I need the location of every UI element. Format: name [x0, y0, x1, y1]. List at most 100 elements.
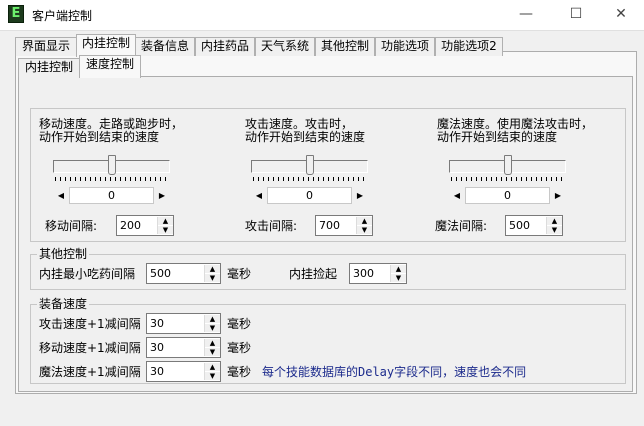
spin-up-button[interactable]: ▲ [205, 363, 220, 371]
attack-interval-value[interactable]: 700 [319, 219, 340, 233]
scroll-left-button[interactable]: ◀ [53, 187, 69, 204]
attack-speed-reduce-value[interactable]: 30 [150, 317, 164, 331]
move-speed-reduce-value[interactable]: 30 [150, 341, 164, 355]
slider-ticks [253, 177, 366, 181]
slider-thumb[interactable] [108, 155, 116, 175]
other-control-title: 其他控制 [37, 247, 90, 261]
speed-group: 移动速度。走路或跑步时， 动作开始到结束的速度 ◀ 0 ▶ 移动间隔: 200 … [30, 108, 626, 242]
tab-plugin-medicine[interactable]: 内挂药品 [195, 37, 255, 56]
move-speed-value[interactable]: 0 [69, 187, 154, 204]
min-eat-interval-label: 内挂最小吃药间隔 [39, 267, 136, 281]
equipment-speed-title: 装备速度 [37, 297, 90, 311]
spin-up-button[interactable]: ▲ [205, 265, 220, 273]
pickup-spinner[interactable]: 300 ▲ ▼ [349, 263, 407, 284]
attack-speed-desc-line2: 动作开始到结束的速度 [245, 130, 366, 144]
move-interval-label: 移动间隔: [45, 219, 98, 233]
magic-speed-reduce-spinner[interactable]: 30 ▲ ▼ [146, 361, 221, 382]
move-speed-reduce-label: 移动速度+1减间隔 [39, 341, 141, 355]
pickup-value[interactable]: 300 [353, 267, 374, 281]
triangle-right-icon: ▶ [158, 191, 166, 200]
triangle-right-icon: ▶ [554, 191, 562, 200]
triangle-left-icon: ◀ [255, 191, 263, 200]
spinner-buttons: ▲ ▼ [204, 339, 220, 356]
slider-thumb[interactable] [504, 155, 512, 175]
maximize-button[interactable]: ☐ [553, 0, 599, 30]
magic-speed-value[interactable]: 0 [465, 187, 550, 204]
tab-other-control[interactable]: 其他控制 [315, 37, 375, 56]
spin-down-button[interactable]: ▼ [205, 324, 220, 332]
spin-down-button[interactable]: ▼ [357, 226, 372, 234]
spinner-buttons: ▲ ▼ [157, 217, 173, 234]
close-icon: ✕ [615, 6, 627, 22]
spinner-buttons: ▲ ▼ [204, 265, 220, 282]
delay-field-note: 每个技能数据库的Delay字段不同，速度也会不同 [262, 365, 527, 379]
magic-interval-value[interactable]: 500 [509, 219, 530, 233]
tab-function-options-2[interactable]: 功能选项2 [435, 37, 503, 56]
move-interval-value[interactable]: 200 [120, 219, 141, 233]
move-interval-spinner[interactable]: 200 ▲ ▼ [116, 215, 174, 236]
close-button[interactable]: ✕ [598, 0, 644, 30]
other-control-group: 其他控制 内挂最小吃药间隔 500 ▲ ▼ 毫秒 内挂捡起 300 ▲ ▼ [30, 247, 626, 290]
spin-up-button[interactable]: ▲ [357, 217, 372, 225]
magic-speed-reduce-unit: 毫秒 [227, 365, 252, 379]
minimize-button[interactable]: — [503, 0, 549, 30]
spin-down-button[interactable]: ▼ [205, 372, 220, 380]
spin-up-button[interactable]: ▲ [158, 217, 173, 225]
maximize-icon: ☐ [569, 6, 583, 22]
triangle-right-icon: ▶ [356, 191, 364, 200]
spin-up-button[interactable]: ▲ [205, 315, 220, 323]
spinner-buttons: ▲ ▼ [546, 217, 562, 234]
scroll-right-button[interactable]: ▶ [550, 187, 566, 204]
attack-speed-value[interactable]: 0 [267, 187, 352, 204]
triangle-left-icon: ◀ [57, 191, 65, 200]
spin-up-button[interactable]: ▲ [547, 217, 562, 225]
spinner-buttons: ▲ ▼ [356, 217, 372, 234]
min-eat-interval-unit: 毫秒 [227, 267, 252, 281]
magic-interval-spinner[interactable]: 500 ▲ ▼ [505, 215, 563, 236]
attack-speed-reduce-unit: 毫秒 [227, 317, 252, 331]
magic-speed-reduce-value[interactable]: 30 [150, 365, 164, 379]
min-eat-interval-spinner[interactable]: 500 ▲ ▼ [146, 263, 221, 284]
attack-speed-scroller: ◀ 0 ▶ [251, 187, 368, 204]
magic-speed-desc-line2: 动作开始到结束的速度 [437, 130, 558, 144]
spin-up-button[interactable]: ▲ [205, 339, 220, 347]
move-speed-scroller: ◀ 0 ▶ [53, 187, 170, 204]
spin-down-button[interactable]: ▼ [205, 274, 220, 282]
move-speed-desc-line2: 动作开始到结束的速度 [39, 130, 160, 144]
spinner-buttons: ▲ ▼ [204, 315, 220, 332]
spin-down-button[interactable]: ▼ [391, 274, 406, 282]
tab-function-options[interactable]: 功能选项 [375, 37, 435, 56]
window-title: 客户端控制 [32, 9, 93, 23]
spinner-buttons: ▲ ▼ [204, 363, 220, 380]
spin-up-button[interactable]: ▲ [391, 265, 406, 273]
move-speed-reduce-unit: 毫秒 [227, 341, 252, 355]
equipment-speed-group: 装备速度 攻击速度+1减间隔 30 ▲ ▼ 毫秒 移动速度+1减间隔 30 ▲ … [30, 297, 626, 384]
scroll-right-button[interactable]: ▶ [352, 187, 368, 204]
triangle-left-icon: ◀ [453, 191, 461, 200]
tab-plugin-control-sub[interactable]: 内挂控制 [18, 58, 80, 77]
tab-plugin-control[interactable]: 内挂控制 [76, 34, 136, 57]
attack-interval-spinner[interactable]: 700 ▲ ▼ [315, 215, 373, 236]
magic-interval-label: 魔法间隔: [435, 219, 488, 233]
pickup-label: 内挂捡起 [289, 267, 338, 281]
scroll-left-button[interactable]: ◀ [449, 187, 465, 204]
attack-interval-label: 攻击间隔: [245, 219, 298, 233]
scroll-right-button[interactable]: ▶ [154, 187, 170, 204]
spin-down-button[interactable]: ▼ [205, 348, 220, 356]
spin-down-button[interactable]: ▼ [158, 226, 173, 234]
min-eat-interval-value[interactable]: 500 [150, 267, 171, 281]
app-logo-icon: E [8, 5, 24, 23]
tab-interface-display[interactable]: 界面显示 [15, 37, 77, 56]
attack-speed-reduce-label: 攻击速度+1减间隔 [39, 317, 141, 331]
slider-thumb[interactable] [306, 155, 314, 175]
tab-speed-control[interactable]: 速度控制 [79, 55, 141, 78]
tab-weather-system[interactable]: 天气系统 [255, 37, 315, 56]
move-speed-reduce-spinner[interactable]: 30 ▲ ▼ [146, 337, 221, 358]
spin-down-button[interactable]: ▼ [547, 226, 562, 234]
attack-speed-reduce-spinner[interactable]: 30 ▲ ▼ [146, 313, 221, 334]
minimize-icon: — [519, 6, 533, 22]
tab-equipment-info[interactable]: 装备信息 [135, 37, 195, 56]
slider-ticks [55, 177, 168, 181]
scroll-left-button[interactable]: ◀ [251, 187, 267, 204]
slider-ticks [451, 177, 564, 181]
